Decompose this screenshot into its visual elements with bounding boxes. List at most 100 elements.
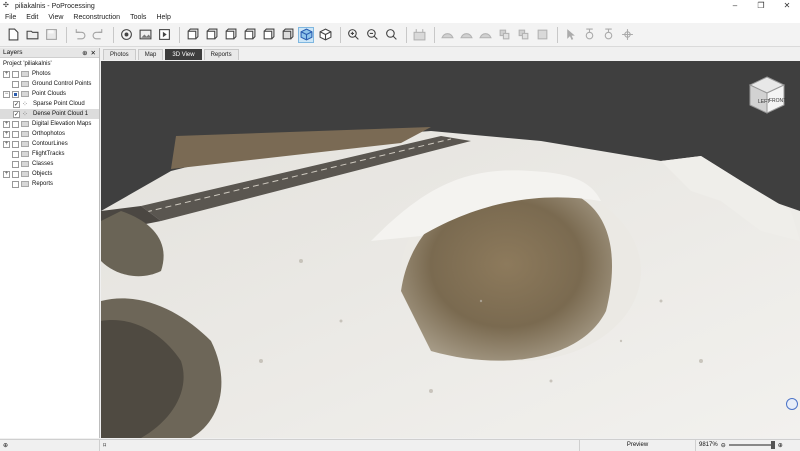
folder-icon	[21, 151, 29, 157]
measure-cursor-icon: ⌑	[103, 442, 107, 449]
layers-tree: Project 'piliakalnis' + Photos Ground Contr…	[0, 58, 99, 189]
reset-view-icon[interactable]	[786, 398, 798, 410]
open-folder-icon[interactable]	[24, 27, 40, 43]
folder-icon	[21, 161, 29, 167]
layer-item[interactable]: Project 'piliakalnis'	[0, 59, 99, 69]
layer-checkbox[interactable]: ✓	[13, 100, 20, 108]
layer-item[interactable]: − Point Clouds	[0, 89, 99, 99]
zoom-slider[interactable]	[728, 441, 775, 449]
layer-checkbox[interactable]	[12, 70, 19, 78]
layer-checkbox[interactable]	[12, 80, 19, 88]
view-top-icon[interactable]	[260, 27, 276, 43]
folder-icon	[21, 141, 29, 147]
close-panel-icon[interactable]: ✕	[91, 49, 96, 57]
zoom-out-small-icon[interactable]: ⊖	[721, 442, 726, 449]
layer-item[interactable]: ✓ ⁘ Dense Point Cloud 1	[0, 109, 99, 119]
status-bar: ⊕ ⌑ Preview 9817% ⊖ ⊕	[0, 439, 800, 451]
surface-5-icon[interactable]	[515, 27, 531, 43]
expander-icon	[3, 81, 10, 88]
tab-map[interactable]: Map	[137, 49, 164, 60]
menu-view[interactable]: View	[43, 14, 68, 21]
marker-2-icon[interactable]	[600, 27, 616, 43]
menu-edit[interactable]: Edit	[21, 14, 43, 21]
expander-icon[interactable]: +	[3, 70, 10, 78]
layer-checkbox[interactable]: ✓	[13, 110, 20, 118]
new-file-icon[interactable]	[5, 27, 21, 43]
layer-item[interactable]: + ContourLines	[0, 139, 99, 149]
tab-reports[interactable]: Reports	[203, 49, 239, 60]
surface-6-icon[interactable]	[534, 27, 550, 43]
play-icon[interactable]	[156, 27, 172, 43]
layer-label: Digital Elevation Maps	[32, 121, 92, 127]
zoom-in-small-icon[interactable]: ⊕	[778, 442, 783, 449]
view-iso-icon[interactable]	[298, 26, 314, 43]
layer-checkbox[interactable]	[12, 130, 19, 138]
expander-icon[interactable]: +	[3, 140, 10, 148]
menu-help[interactable]: Help	[151, 14, 175, 21]
navigation-cube[interactable]: LEFT FRONT	[744, 73, 790, 119]
menu-tools[interactable]: Tools	[125, 14, 151, 21]
layer-checkbox[interactable]	[12, 120, 19, 128]
layer-checkbox[interactable]	[12, 90, 19, 98]
layer-label: Sparse Point Cloud	[33, 101, 85, 107]
surface-1-icon[interactable]	[439, 27, 455, 43]
expander-icon[interactable]: −	[3, 90, 10, 98]
layer-item[interactable]: ✓ ⁘ Sparse Point Cloud	[0, 99, 99, 109]
layer-item[interactable]: Ground Control Points	[0, 79, 99, 89]
layer-checkbox[interactable]	[12, 150, 19, 158]
view-right-icon[interactable]	[241, 27, 257, 43]
marker-1-icon[interactable]	[581, 27, 597, 43]
pin-icon[interactable]: ⊕	[82, 49, 87, 57]
expander-icon[interactable]: +	[3, 130, 10, 138]
save-icon[interactable]	[43, 27, 59, 43]
layer-item[interactable]: + Orthophotos	[0, 129, 99, 139]
view-left-icon[interactable]	[222, 27, 238, 43]
layer-checkbox[interactable]	[12, 170, 19, 178]
window-title: piliakalnis - PoProcessing	[15, 2, 95, 10]
zoom-out-icon[interactable]	[364, 27, 380, 43]
select-icon[interactable]	[562, 27, 578, 43]
view-bottom-icon[interactable]	[279, 27, 295, 43]
menu-file[interactable]: File	[0, 14, 21, 21]
layer-label: Dense Point Cloud 1	[33, 111, 89, 117]
measure-icon[interactable]	[411, 27, 427, 43]
menu-reconstruction[interactable]: Reconstruction	[68, 14, 125, 21]
maximize-button[interactable]: ❐	[748, 0, 774, 12]
image-icon[interactable]	[137, 27, 153, 43]
point-cloud-icon: ⁘	[22, 100, 28, 108]
layer-item[interactable]: + Photos	[0, 69, 99, 79]
view-back-icon[interactable]	[203, 27, 219, 43]
view-perspective-icon[interactable]	[317, 27, 333, 43]
surface-4-icon[interactable]	[496, 27, 512, 43]
layer-label: FlightTracks	[32, 151, 65, 157]
camera-icon[interactable]	[118, 27, 134, 43]
marker-3-icon[interactable]	[619, 27, 635, 43]
zoom-fit-icon[interactable]	[383, 27, 399, 43]
expander-icon[interactable]: +	[3, 170, 10, 178]
layer-checkbox[interactable]	[12, 140, 19, 148]
3d-viewport[interactable]: LEFT FRONT	[101, 61, 800, 438]
surface-2-icon[interactable]	[458, 27, 474, 43]
minimize-button[interactable]: –	[722, 0, 748, 12]
layer-checkbox[interactable]	[12, 160, 19, 168]
close-button[interactable]: ✕	[774, 0, 800, 12]
layer-item[interactable]: + Objects	[0, 169, 99, 179]
surface-3-icon[interactable]	[477, 27, 493, 43]
layer-item[interactable]: + Digital Elevation Maps	[0, 119, 99, 129]
point-cloud-render[interactable]	[101, 61, 800, 438]
layer-item[interactable]: Reports	[0, 179, 99, 189]
tab-photos[interactable]: Photos	[103, 49, 136, 60]
layer-item[interactable]: FlightTracks	[0, 149, 99, 159]
view-front-icon[interactable]	[184, 27, 200, 43]
menu-bar: File Edit View Reconstruction Tools Help	[0, 12, 800, 23]
layer-label: Objects	[32, 171, 53, 177]
layer-item[interactable]: Classes	[0, 159, 99, 169]
folder-icon	[21, 81, 29, 87]
globe-icon: ⊕	[3, 442, 9, 449]
layer-checkbox[interactable]	[12, 180, 19, 188]
tab-3d-view[interactable]: 3D View	[165, 49, 202, 60]
zoom-in-icon[interactable]	[345, 27, 361, 43]
redo-icon[interactable]	[90, 27, 106, 43]
undo-icon[interactable]	[71, 27, 87, 43]
expander-icon[interactable]: +	[3, 120, 10, 128]
